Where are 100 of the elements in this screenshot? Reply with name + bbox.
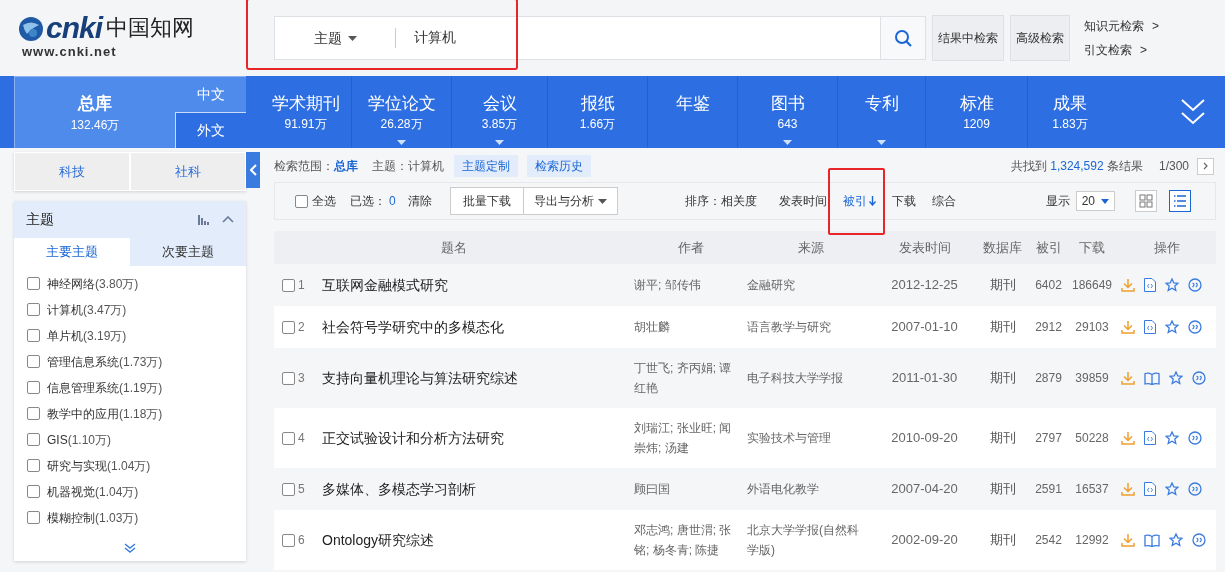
database-tab[interactable]: 报纸 1.66万 xyxy=(548,76,648,148)
sort-option[interactable]: 综合 xyxy=(931,192,956,210)
checkbox[interactable] xyxy=(282,533,295,547)
star-icon[interactable] xyxy=(1165,320,1179,334)
source-link[interactable]: 金融研究 xyxy=(747,275,874,295)
database-tab[interactable]: 成果 1.83万 xyxy=(1028,76,1112,148)
expand-icon[interactable] xyxy=(1181,98,1205,126)
database-tab[interactable]: 会议 3.85万 xyxy=(452,76,548,148)
search-option-button[interactable]: 高级检索 xyxy=(1010,15,1070,61)
article-title-link[interactable]: 正交试验设计和分析方法研究 xyxy=(322,427,504,449)
clear-link[interactable]: 清除 xyxy=(407,192,432,210)
subject-tab[interactable]: 社科 xyxy=(131,153,245,190)
facet-item-label[interactable]: 研究与实现(1.04万) xyxy=(47,456,151,475)
quote-icon[interactable] xyxy=(1192,371,1206,385)
checkbox[interactable] xyxy=(282,431,295,445)
database-tab[interactable]: 图书 643 xyxy=(738,76,838,148)
star-icon[interactable] xyxy=(1169,371,1183,385)
checkbox[interactable] xyxy=(27,407,40,420)
facet-item-label[interactable]: 机器视觉(1.04万) xyxy=(47,482,139,501)
next-page-button[interactable] xyxy=(1197,157,1214,175)
sort-option[interactable]: 相关度 xyxy=(720,192,757,210)
checkbox[interactable] xyxy=(27,511,40,524)
select-all-checkbox[interactable]: 全选 xyxy=(295,192,336,210)
collapse-icon[interactable] xyxy=(222,216,234,223)
scope-button[interactable]: 检索历史 xyxy=(527,155,591,177)
field-dropdown[interactable]: 主题 xyxy=(275,27,395,49)
download-icon[interactable] xyxy=(1121,278,1135,292)
database-tab[interactable]: 学术期刊 91.91万 xyxy=(260,76,352,148)
html-file-icon[interactable] xyxy=(1144,320,1156,334)
language-tab[interactable]: 外文 xyxy=(175,112,246,148)
article-title-link[interactable]: 多媒体、多模态学习剖析 xyxy=(322,478,476,500)
header-link[interactable]: 知识元检索 > xyxy=(1084,17,1159,35)
header-link[interactable]: 引文检索 > xyxy=(1084,41,1159,59)
sort-option[interactable]: 发表时间 xyxy=(778,192,827,210)
quote-icon[interactable] xyxy=(1188,482,1202,496)
html-file-icon[interactable] xyxy=(1144,482,1156,496)
star-icon[interactable] xyxy=(1165,482,1179,496)
article-title-link[interactable]: 互联网金融模式研究 xyxy=(322,274,448,296)
source-link[interactable]: 语言教学与研究 xyxy=(747,317,874,337)
checkbox[interactable] xyxy=(27,303,40,316)
star-icon[interactable] xyxy=(1169,533,1183,547)
checkbox[interactable] xyxy=(282,482,295,496)
sort-option[interactable]: 下载 xyxy=(891,192,916,210)
facet-item-label[interactable]: 神经网络(3.80万) xyxy=(47,274,139,293)
database-tab[interactable]: 学位论文 26.28万 xyxy=(352,76,452,148)
source-link[interactable]: 电子科技大学学报 xyxy=(747,368,874,388)
checkbox[interactable] xyxy=(27,485,40,498)
checkbox[interactable] xyxy=(282,371,295,385)
facet-item-label[interactable]: 模糊控制(1.03万) xyxy=(47,508,139,527)
scope-button[interactable]: 主题定制 xyxy=(454,155,518,177)
sort-option[interactable]: 被引 xyxy=(842,192,876,210)
facet-item-label[interactable]: 计算机(3.47万) xyxy=(47,300,127,319)
book-icon[interactable] xyxy=(1144,533,1160,547)
book-icon[interactable] xyxy=(1144,371,1160,385)
subject-tab[interactable]: 科技 xyxy=(15,153,129,190)
checkbox[interactable] xyxy=(27,433,40,446)
star-icon[interactable] xyxy=(1165,278,1179,292)
source-link[interactable]: 外语电化教学 xyxy=(747,479,874,499)
batch-download-button[interactable]: 批量下载 xyxy=(449,187,524,215)
checkbox[interactable] xyxy=(27,381,40,394)
facet-item-label[interactable]: 管理信息系统(1.73万) xyxy=(47,352,163,371)
download-icon[interactable] xyxy=(1121,533,1135,547)
source-link[interactable]: 实验技术与管理 xyxy=(747,428,874,448)
quote-icon[interactable] xyxy=(1188,431,1202,445)
download-icon[interactable] xyxy=(1121,482,1135,496)
star-icon[interactable] xyxy=(1165,431,1179,445)
source-link[interactable]: 北京大学学报(自然科学版) xyxy=(747,520,874,560)
search-field[interactable]: 主题 计算机 xyxy=(274,16,926,60)
facet-item-label[interactable]: 信息管理系统(1.19万) xyxy=(47,378,163,397)
search-option-button[interactable]: 结果中检索 xyxy=(932,15,1004,61)
checkbox[interactable] xyxy=(27,277,40,290)
checkbox[interactable] xyxy=(282,320,295,334)
article-title-link[interactable]: Ontology研究综述 xyxy=(322,529,435,551)
article-title-link[interactable]: 支持向量机理论与算法研究综述 xyxy=(322,367,518,389)
checkbox[interactable] xyxy=(27,355,40,368)
html-file-icon[interactable] xyxy=(1144,278,1156,292)
quote-icon[interactable] xyxy=(1188,320,1202,334)
export-dropdown[interactable]: 导出与分析 xyxy=(523,187,618,215)
collapse-sidebar-button[interactable] xyxy=(246,152,260,188)
search-button[interactable] xyxy=(880,17,925,59)
facet-item-label[interactable]: 教学中的应用(1.18万) xyxy=(47,404,163,423)
facet-subtab[interactable]: 次要主题 xyxy=(130,238,246,266)
bar-chart-icon[interactable] xyxy=(198,214,210,225)
download-icon[interactable] xyxy=(1121,431,1135,445)
html-file-icon[interactable] xyxy=(1144,431,1156,445)
list-view-icon[interactable] xyxy=(1169,190,1191,212)
checkbox[interactable] xyxy=(282,278,295,292)
download-icon[interactable] xyxy=(1121,371,1135,385)
download-icon[interactable] xyxy=(1121,320,1135,334)
quote-icon[interactable] xyxy=(1192,533,1206,547)
grid-view-icon[interactable] xyxy=(1135,190,1157,212)
facet-item-label[interactable]: 单片机(3.19万) xyxy=(47,326,127,345)
facet-item-label[interactable]: GIS(1.10万) xyxy=(47,430,112,449)
database-tab[interactable]: 标准 1209 xyxy=(926,76,1028,148)
checkbox[interactable] xyxy=(27,329,40,342)
article-title-link[interactable]: 社会符号学研究中的多模态化 xyxy=(322,316,504,338)
database-tab[interactable]: 专利 xyxy=(838,76,926,148)
page-size-dropdown[interactable]: 20 xyxy=(1075,191,1115,211)
database-tab[interactable]: 年鉴 xyxy=(648,76,738,148)
quote-icon[interactable] xyxy=(1188,278,1202,292)
